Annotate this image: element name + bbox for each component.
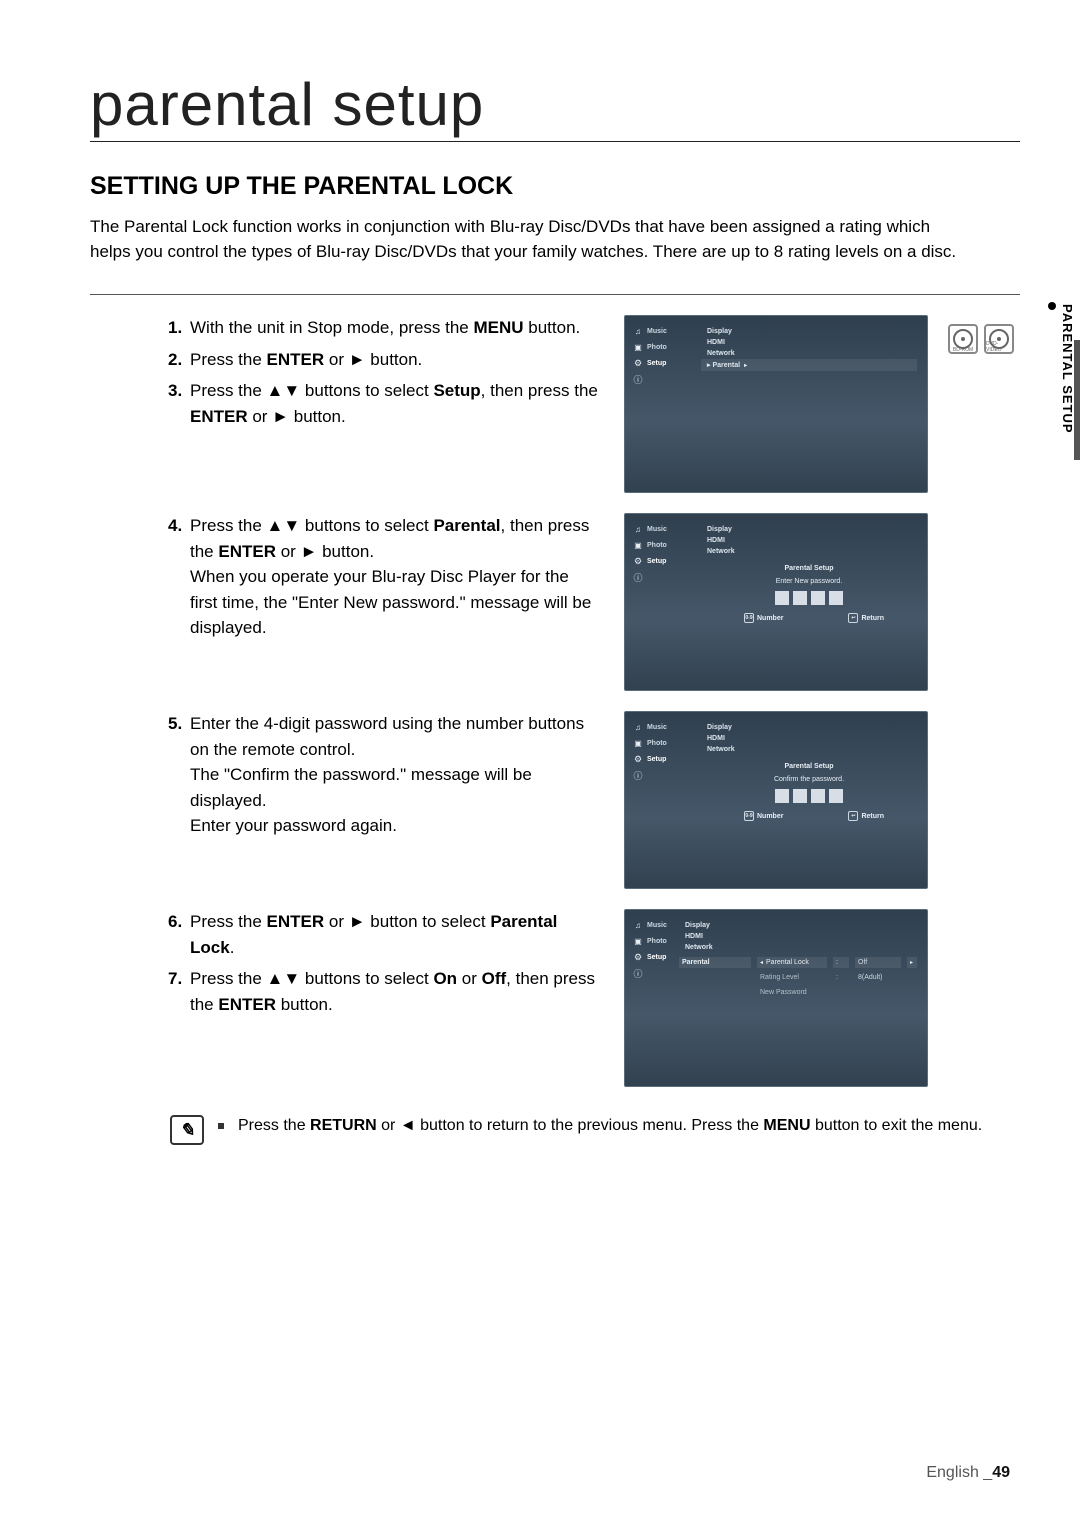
note-text: Press the RETURN or ◄ button to return t… [238,1115,982,1137]
password-boxes [744,789,874,803]
steps-block-2: 4. Press the ▲▼ buttons to select Parent… [90,513,598,647]
pw-digit [775,789,789,803]
photo-icon [633,342,643,352]
tv-screenshot-enter-pw: Music Photo Setup Display HDMI Network P… [624,513,928,691]
password-boxes [744,591,874,605]
footer-lang: English [926,1464,978,1481]
tv-nav-photo: Photo [633,342,691,352]
pw-digit [811,591,825,605]
bd-rom-label: BD-ROM [953,347,973,353]
step-7: 7. Press the ▲▼ buttons to select On or … [168,966,598,1017]
globe-icon [633,968,643,978]
dvd-video-icon: DVD-VIDEO [984,324,1014,354]
step-6: 6. Press the ENTER or ► button to select… [168,909,598,960]
tv-menu-hdmi: HDMI [701,337,917,348]
step-3: 3. Press the ▲▼ buttons to select Setup,… [168,378,598,429]
globe-icon [633,770,643,780]
note-bullet-icon [218,1123,224,1129]
return-key-icon: ↩ [848,613,858,623]
tv-screenshot-confirm-pw: Music Photo Setup Display HDMI Network P… [624,711,928,889]
tv-hints: 0-9Number ↩Return [744,811,884,821]
music-icon [633,722,643,732]
tv-val-rating: 8(Adult) [855,972,901,983]
row-2: 4. Press the ▲▼ buttons to select Parent… [90,513,1020,691]
music-icon [633,326,643,336]
hint-return: ↩Return [848,613,884,623]
globe-icon [633,572,643,582]
tv-menu-display: Display [701,326,917,337]
pw-digit [829,789,843,803]
tv-nav-music: Music [633,326,691,336]
return-key-icon: ↩ [848,811,858,821]
tv-nav-unknown [633,374,691,384]
divider [90,294,1020,295]
tv-menu-parental: ▸ Parental▸ [701,359,917,371]
steps-block-4: 6. Press the ENTER or ► button to select… [90,909,598,1023]
step-5: 5. Enter the 4-digit password using the … [168,711,598,839]
tv-dialog-title: Parental Setup [744,565,874,572]
tv-dialog-enter: Parental Setup Enter New password. 0-9Nu… [744,565,874,623]
pw-digit [829,591,843,605]
tv-nav: Music Photo Setup [633,524,691,623]
row-1: 1. With the unit in Stop mode, press the… [90,315,1020,493]
number-key-icon: 0-9 [744,613,754,623]
music-icon [633,920,643,930]
page: parental setup SETTING UP THE PARENTAL L… [0,0,1080,1532]
hint-number: 0-9Number [744,613,783,623]
pw-digit [793,591,807,605]
gear-icon [633,556,643,566]
side-tab-label: PARENTAL SETUP [1060,300,1075,434]
footer: English _49 [926,1464,1010,1482]
intro-paragraph: The Parental Lock function works in conj… [90,215,970,264]
photo-icon [633,540,643,550]
tv-val-off: Off [855,957,901,968]
tv-hints: 0-9Number ↩Return [744,613,884,623]
step-2: 2. Press the ENTER or ► button. [168,347,598,373]
tv-lock-grid: Parental ◂Parental Lock : Off ▸ Rating L… [679,957,917,998]
gear-icon [633,952,643,962]
tv-row-new-password: New Password [757,987,827,998]
row-4: 6. Press the ENTER or ► button to select… [90,909,1020,1087]
dvd-video-label: DVD-VIDEO [986,341,1012,353]
tv-menu: Display HDMI Network ▸ Parental▸ [701,326,917,390]
music-icon [633,524,643,534]
globe-icon [633,374,643,384]
step-1: 1. With the unit in Stop mode, press the… [168,315,598,341]
tv-dialog-msg: Enter New password. [744,578,874,585]
tv-screenshot-setup: Music Photo Setup Display HDMI Network ▸… [624,315,928,493]
side-bullet-icon [1048,302,1056,310]
tv-col-parental: Parental [679,957,751,968]
bd-rom-icon: BD-ROM [948,324,978,354]
side-strip [1074,340,1080,460]
number-key-icon: 0-9 [744,811,754,821]
gear-icon [633,754,643,764]
note-icon: ✎ [170,1115,204,1145]
step-4: 4. Press the ▲▼ buttons to select Parent… [168,513,598,641]
photo-icon [633,738,643,748]
footer-page: 49 [992,1464,1010,1481]
pw-digit [775,591,789,605]
row-3: 5. Enter the 4-digit password using the … [90,711,1020,889]
tv-dialog-title: Parental Setup [744,763,874,770]
pw-digit [811,789,825,803]
note-row: ✎ Press the RETURN or ◄ button to return… [170,1115,1020,1145]
photo-icon [633,936,643,946]
section-title: SETTING UP THE PARENTAL LOCK [90,172,1020,201]
tv-dialog-confirm: Parental Setup Confirm the password. 0-9… [744,763,874,821]
tv-nav: Music Photo Setup [633,326,691,390]
tv-row-rating-level: Rating Level [757,972,827,983]
tv-menu-network: Network [701,348,917,359]
steps-block-1: 1. With the unit in Stop mode, press the… [90,315,598,435]
tv-nav-setup: Setup [633,358,691,368]
tv-screenshot-lock-grid: Music Photo Setup Display HDMI Network P… [624,909,928,1087]
hint-return: ↩Return [848,811,884,821]
steps-block-3: 5. Enter the 4-digit password using the … [90,711,598,845]
disc-icons: BD-ROM DVD-VIDEO [948,324,1014,354]
pw-digit [793,789,807,803]
hint-number: 0-9Number [744,811,783,821]
chapter-title: parental setup [90,70,1020,142]
tv-row-parental-lock: ◂Parental Lock [757,957,827,968]
tv-dialog-msg: Confirm the password. [744,776,874,783]
gear-icon [633,358,643,368]
